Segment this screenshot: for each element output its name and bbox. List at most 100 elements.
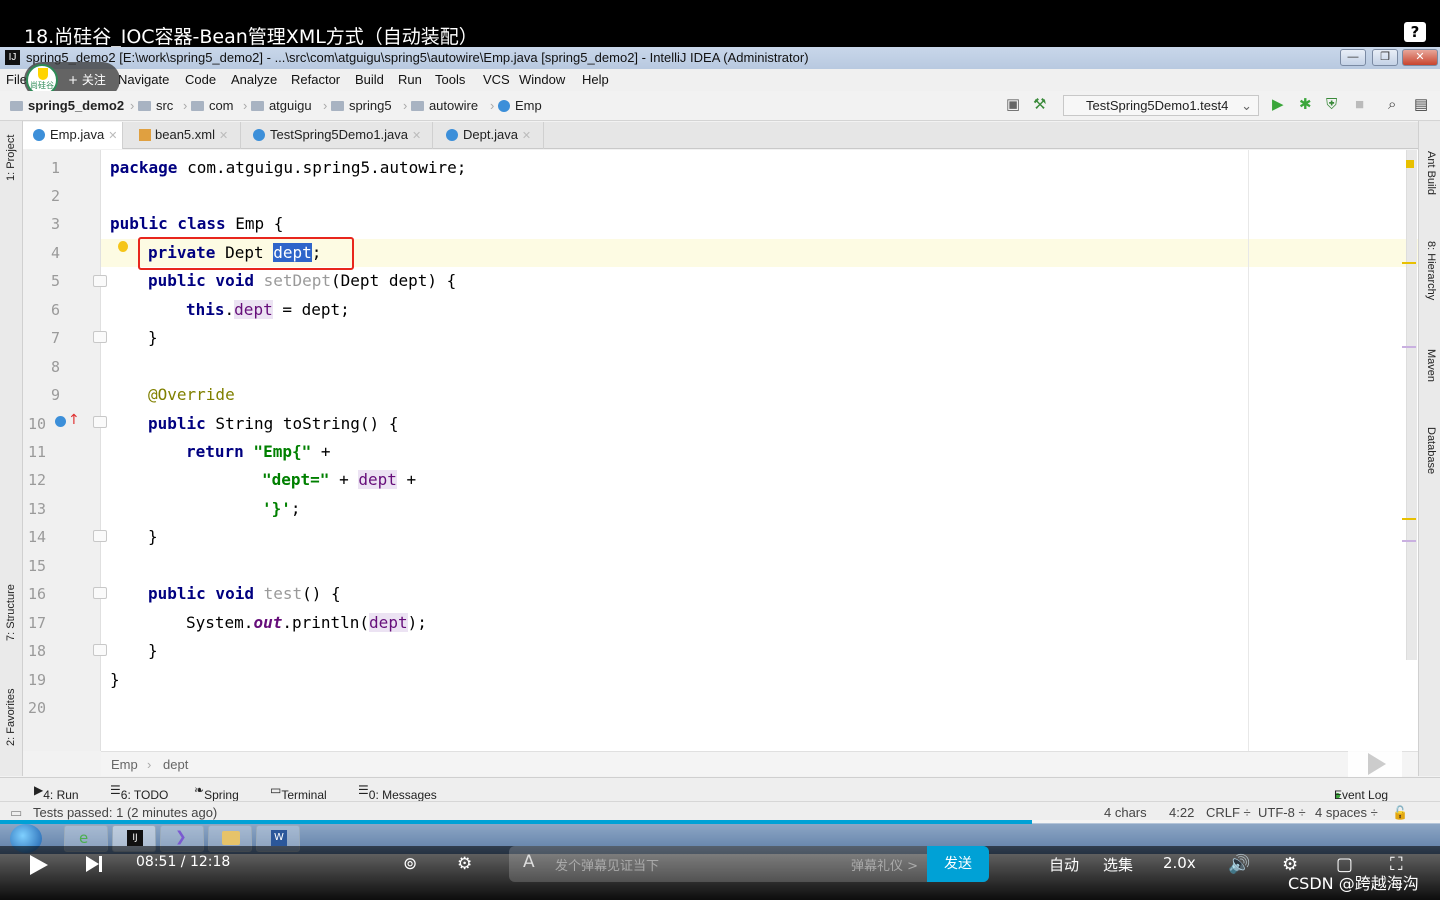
coverage-icon[interactable]: ⛨ — [1326, 97, 1337, 113]
close-icon[interactable]: ✕ — [108, 130, 117, 142]
caret-position[interactable]: 4:22 — [1169, 805, 1194, 820]
scroll-marker[interactable] — [1402, 518, 1416, 520]
fold-marker[interactable] — [93, 416, 107, 428]
fold-marker[interactable] — [93, 275, 107, 287]
fold-marker[interactable] — [93, 587, 107, 599]
episodes-button[interactable]: 选集 — [1103, 854, 1133, 875]
close-icon[interactable]: ✕ — [219, 130, 228, 142]
tab-emp-java[interactable]: Emp.java ✕ — [23, 122, 123, 149]
folder-icon — [330, 101, 344, 111]
debug-icon[interactable]: ✱ — [1299, 97, 1312, 113]
menu-code[interactable]: Code — [185, 72, 216, 87]
tool-ant-build[interactable]: Ant Build — [1425, 151, 1437, 195]
close-button[interactable]: ✕ — [1402, 49, 1438, 66]
tab-bean5-xml[interactable]: bean5.xml ✕ — [129, 122, 241, 149]
editor-scrollbar[interactable] — [1406, 150, 1417, 660]
toolwindow-todo[interactable]: ☰ 6: TODO — [110, 783, 168, 802]
fold-marker[interactable] — [93, 331, 107, 343]
tab-label: Emp.java — [50, 127, 105, 142]
tool-database[interactable]: Database — [1425, 427, 1437, 474]
editor-breadcrumb-class[interactable]: Emp — [111, 757, 138, 772]
method-name: test — [253, 584, 303, 603]
ide-icon[interactable]: ▤ — [1414, 97, 1428, 113]
danmaku-etiquette-link[interactable]: 弹幕礼仪 > — [851, 855, 918, 874]
fold-marker[interactable] — [93, 644, 107, 656]
breadcrumb-com[interactable]: › com — [183, 98, 234, 113]
video-progress-played[interactable] — [0, 820, 1032, 824]
speed-button[interactable]: 2.0x — [1163, 854, 1196, 872]
code-line-5: public void setDept(Dept dept) { — [101, 267, 1418, 295]
close-icon[interactable]: ✕ — [522, 130, 531, 142]
editor-breadcrumb-field[interactable]: dept — [163, 757, 188, 772]
toolwindow-messages[interactable]: ☰ 0: Messages — [358, 783, 437, 802]
run-configuration-select[interactable]: TestSpring5Demo1.test4 ⌄ — [1063, 95, 1259, 116]
code-line-11: return "Emp{" + — [101, 438, 1418, 466]
breadcrumb-src[interactable]: › src — [130, 98, 173, 113]
quality-auto-button[interactable]: 自动 — [1049, 854, 1079, 875]
maximize-button[interactable]: ❐ — [1372, 49, 1398, 66]
inspection-status-icon[interactable] — [1406, 160, 1414, 168]
tab-testspring5demo1-java[interactable]: TestSpring5Demo1.java ✕ — [243, 122, 433, 149]
close-icon[interactable]: ✕ — [412, 130, 421, 142]
menu-help[interactable]: Help — [582, 72, 609, 87]
class-icon — [497, 100, 510, 112]
breadcrumb-spring5[interactable]: › spring5 — [323, 98, 392, 113]
send-button[interactable]: 发送 — [927, 846, 989, 882]
tool-hierarchy[interactable]: 8: Hierarchy — [1425, 241, 1437, 300]
code-text: + — [311, 442, 331, 461]
text-style-icon[interactable]: A — [523, 852, 535, 872]
danmaku-placeholder: 发个弹幕见证当下 — [555, 859, 660, 874]
breadcrumb-project[interactable]: spring5_demo2 — [10, 98, 124, 113]
override-marker-icon[interactable] — [55, 416, 66, 427]
play-icon[interactable] — [30, 855, 48, 875]
run-icon[interactable]: ▶ — [1272, 97, 1284, 113]
tool-structure[interactable]: 7: Structure — [5, 584, 17, 641]
indent-setting[interactable]: 4 spaces ÷ — [1315, 805, 1378, 820]
tab-dept-java[interactable]: Dept.java ✕ — [436, 122, 544, 149]
code-line-7: } — [101, 324, 1418, 352]
breadcrumb-autowire[interactable]: › autowire — [403, 98, 478, 113]
volume-icon[interactable]: 🔊 — [1228, 854, 1250, 875]
folder-icon — [222, 831, 240, 845]
scroll-marker[interactable] — [1402, 540, 1416, 542]
danmaku-settings-icon[interactable]: ⚙ — [457, 854, 472, 874]
breadcrumb-emp[interactable]: › Emp — [490, 98, 542, 113]
danmaku-input[interactable]: A 发个弹幕见证当下 弹幕礼仪 > 发送 — [509, 846, 989, 882]
breadcrumb-atguigu[interactable]: › atguigu — [243, 98, 312, 113]
project-structure-icon[interactable]: ▣ — [1006, 97, 1020, 113]
menu-vcs[interactable]: VCS — [483, 72, 510, 87]
lock-icon[interactable]: 🔓 — [1392, 805, 1408, 821]
menu-analyze[interactable]: Analyze — [231, 72, 277, 87]
minimize-button[interactable]: — — [1340, 49, 1366, 66]
line-separator[interactable]: CRLF ÷ — [1206, 805, 1251, 820]
lightbulb-icon[interactable] — [118, 241, 128, 252]
code-line-10: public String toString() { — [101, 410, 1418, 438]
file-encoding[interactable]: UTF-8 ÷ — [1258, 805, 1306, 820]
code-line-9: @Override — [101, 381, 1418, 409]
menu-window[interactable]: Window — [519, 72, 565, 87]
follow-button[interactable]: + 关注 — [68, 71, 106, 88]
tool-project[interactable]: 1: Project — [5, 135, 17, 181]
keyword: package — [110, 158, 178, 177]
scroll-marker[interactable] — [1402, 262, 1416, 264]
tool-favorites[interactable]: 2: Favorites — [5, 689, 17, 746]
menu-refactor[interactable]: Refactor — [291, 72, 340, 87]
video-progress-remaining[interactable] — [1032, 820, 1440, 824]
stop-icon[interactable]: ■ — [1355, 97, 1364, 113]
menu-build[interactable]: Build — [355, 72, 384, 87]
scroll-marker[interactable] — [1402, 346, 1416, 348]
menu-navigate[interactable]: Navigate — [118, 72, 169, 87]
danmaku-toggle-icon[interactable]: ⊚ — [403, 854, 417, 874]
next-icon[interactable] — [86, 856, 99, 872]
toolwindow-run[interactable]: ▶ 4: Run — [34, 783, 79, 802]
fold-marker[interactable] — [93, 530, 107, 542]
menu-tools[interactable]: Tools — [435, 72, 465, 87]
help-button[interactable]: ? — [1404, 22, 1426, 42]
build-hammer-icon[interactable]: ⚒ — [1033, 97, 1046, 113]
class-icon — [33, 129, 45, 141]
toolwindow-spring[interactable]: ❧ Spring — [194, 783, 239, 802]
search-icon[interactable]: ⌕ — [1388, 97, 1396, 113]
menu-run[interactable]: Run — [398, 72, 422, 87]
tool-maven[interactable]: Maven — [1425, 349, 1437, 382]
toolwindow-terminal[interactable]: ▭ Terminal — [270, 783, 327, 802]
